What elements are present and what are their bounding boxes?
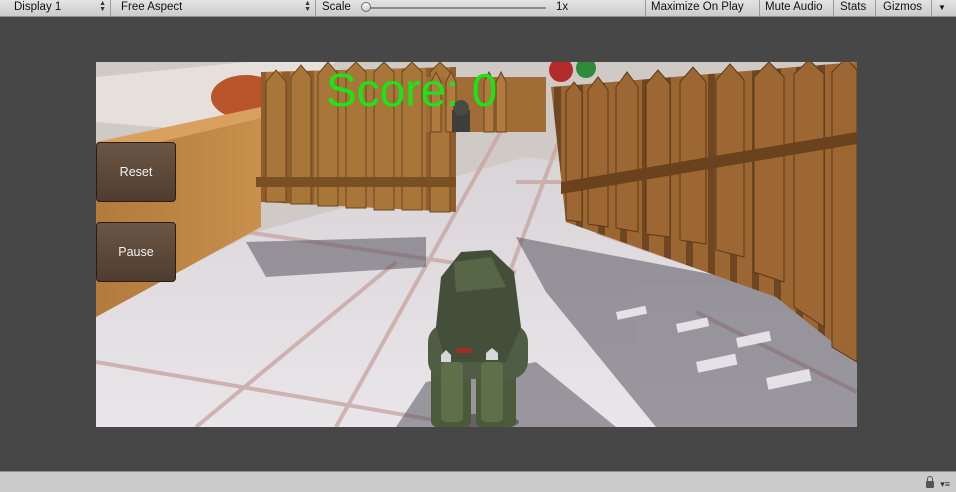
gizmos-toggle[interactable]: Gizmos — [876, 0, 932, 16]
scale-value: 1x — [556, 1, 569, 13]
maximize-on-play-label: Maximize On Play — [651, 1, 744, 13]
gizmos-dropdown[interactable]: ▼ — [932, 0, 956, 16]
player-character-icon — [428, 250, 528, 427]
gizmos-dropdown-arrow-icon: ▼ — [938, 3, 946, 12]
display-dropdown[interactable]: Display 1 ▲ ▼ — [0, 0, 111, 16]
stats-label: Stats — [840, 1, 867, 13]
game-view: Score: 0 Reset Pause — [0, 17, 956, 471]
display-dropdown-arrow-icon: ▲ ▼ — [99, 0, 106, 13]
scale-control: Scale 1x — [316, 0, 646, 16]
score-display: Score: 0 — [326, 64, 498, 116]
mute-audio-toggle[interactable]: Mute Audio — [760, 0, 834, 16]
stats-toggle[interactable]: Stats — [834, 0, 876, 16]
gizmos-label: Gizmos — [883, 1, 922, 13]
maximize-on-play-toggle[interactable]: Maximize On Play — [646, 0, 760, 16]
lock-icon[interactable] — [926, 476, 934, 488]
game-view-toolbar: Display 1 ▲ ▼ Free Aspect ▲ ▼ Scale 1x Max… — [0, 0, 956, 17]
aspect-dropdown[interactable]: Free Aspect ▲ ▼ — [111, 0, 316, 16]
menu-icon[interactable]: ▾≡ — [940, 480, 950, 489]
aspect-dropdown-arrow-icon: ▲ ▼ — [304, 0, 311, 13]
display-label: Display 1 — [14, 1, 62, 13]
game-scene[interactable]: Score: 0 Reset Pause — [96, 62, 857, 427]
mute-audio-label: Mute Audio — [765, 1, 823, 13]
aspect-label: Free Aspect — [121, 1, 183, 13]
scale-label: Scale — [322, 1, 351, 13]
scale-slider-track[interactable] — [364, 7, 546, 9]
reset-button[interactable]: Reset — [96, 142, 176, 202]
scale-slider-thumb[interactable] — [361, 2, 371, 12]
pause-button[interactable]: Pause — [96, 222, 176, 282]
bottom-status-bar: ▾≡ — [0, 471, 956, 492]
